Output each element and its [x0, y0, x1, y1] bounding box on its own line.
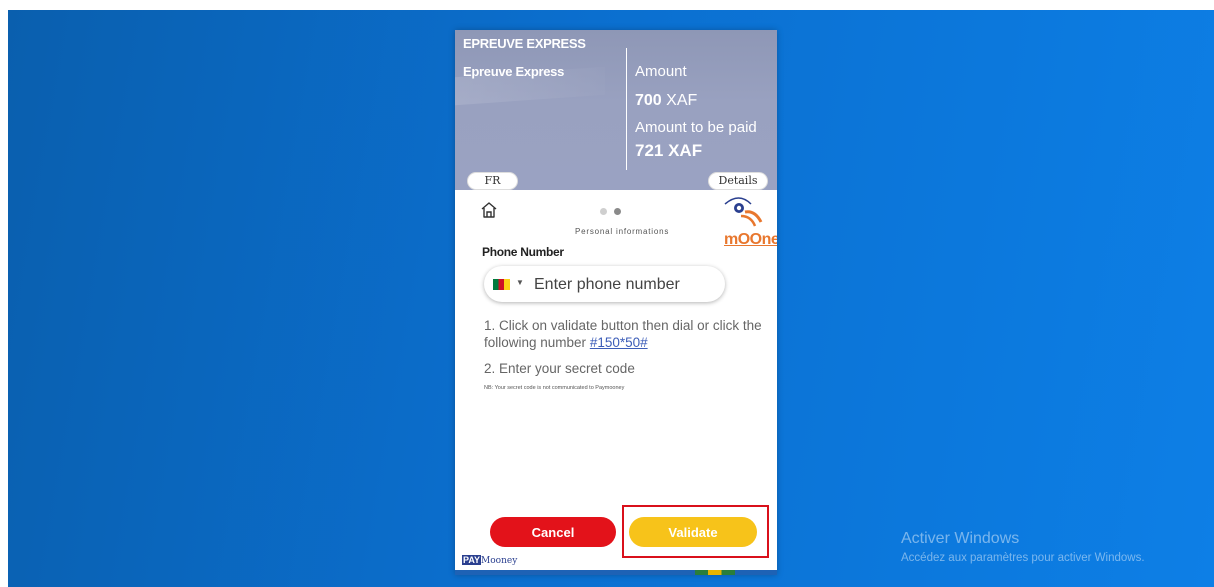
amount-currency: XAF [666, 92, 698, 109]
step-dot-1 [600, 208, 607, 215]
amount-number: 700 [635, 92, 662, 109]
cameroon-flag-icon[interactable] [493, 279, 510, 290]
footer-flag-stripe [695, 570, 735, 575]
paymooney-text: Mooney [481, 556, 518, 566]
watermark-title: Activer Windows [901, 530, 1020, 547]
mooney-logo-icon [724, 197, 763, 227]
phone-number-input[interactable] [532, 273, 716, 297]
desktop-background: EPREUVE EXPRESS Epreuve Express Amount 7… [8, 10, 1214, 587]
merchant-name: EPREUVE EXPRESS [463, 36, 586, 51]
amount-label: Amount [635, 63, 687, 80]
ussd-code-link[interactable]: #150*50# [590, 335, 648, 350]
chevron-down-icon[interactable]: ▼ [516, 278, 524, 287]
instruction-step-1: 1. Click on validate button then dial or… [484, 317, 769, 351]
amount-to-pay-label: Amount to be paid [635, 119, 757, 136]
step-dot-2 [614, 208, 621, 215]
service-name: Epreuve Express [463, 64, 565, 79]
watermark-subtitle: Accédez aux paramètres pour activer Wind… [901, 552, 1145, 564]
security-note: NB: Your secret code is not communicated… [484, 385, 625, 391]
paymooney-logo: PAYMooney [462, 555, 517, 566]
instruction-step-2: 2. Enter your secret code [484, 361, 635, 376]
details-button[interactable]: Details [708, 172, 768, 190]
phone-number-label: Phone Number [482, 245, 564, 259]
validate-highlight-box [622, 505, 769, 558]
payment-card: EPREUVE EXPRESS Epreuve Express Amount 7… [455, 30, 777, 575]
step-label: Personal informations [575, 227, 670, 236]
payment-header: EPREUVE EXPRESS Epreuve Express Amount 7… [455, 30, 777, 190]
home-icon[interactable] [480, 201, 498, 219]
amount-value: 700 XAF [635, 92, 697, 110]
header-divider [626, 48, 627, 170]
windows-activation-watermark: Activer Windows Accédez aux paramètres p… [901, 530, 1145, 564]
amount-to-pay-value: 721 XAF [635, 141, 703, 160]
pay-box: PAY [462, 555, 482, 565]
cancel-button[interactable]: Cancel [490, 517, 616, 547]
mooney-logo-text: mOOney [724, 231, 777, 248]
phone-input-container: ▼ [484, 266, 725, 302]
language-button[interactable]: FR [467, 172, 518, 190]
